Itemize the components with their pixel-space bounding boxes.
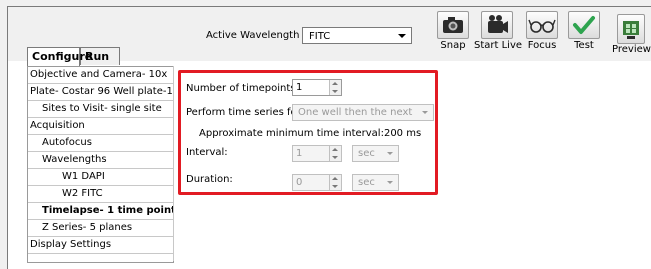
plate-preview-icon <box>617 14 646 44</box>
spin-up-icon <box>332 177 338 180</box>
start-live-label: Start Live <box>474 40 523 51</box>
num-timepoints-value: 1 <box>296 82 303 93</box>
chevron-down-icon <box>387 152 393 155</box>
nav-item-acquisition[interactable]: Acquisition <box>28 118 173 135</box>
nav-item-autofocus[interactable]: Autofocus <box>28 135 173 152</box>
test-button[interactable]: Test <box>564 11 604 51</box>
perform-series-select[interactable]: One well then the next <box>292 104 434 121</box>
interval-value: 1 <box>296 148 303 159</box>
spin-down-icon <box>332 156 338 159</box>
nav-item-wavelengths[interactable]: Wavelengths <box>28 152 173 169</box>
nav-item-display-settings[interactable]: Display Settings <box>28 237 173 254</box>
nav-item-objective[interactable]: Objective and Camera- 10x <box>28 67 173 84</box>
duration-value: 0 <box>296 177 303 188</box>
spin-up-icon <box>332 82 338 85</box>
nav-item-timelapse[interactable]: Timelapse- 1 time points <box>28 203 173 220</box>
perform-series-value: One well then the next <box>298 107 413 118</box>
active-wavelength-label: Active Wavelength <box>206 30 300 41</box>
nav-item-plate[interactable]: Plate- Costar 96 Well plate-1389 <box>28 84 173 101</box>
nav-item-w2-fitc[interactable]: W2 FITC <box>28 186 173 203</box>
chevron-down-icon <box>398 34 406 38</box>
glasses-icon <box>526 11 558 39</box>
camera-icon <box>437 11 469 39</box>
test-label: Test <box>574 40 594 51</box>
spinner-buttons[interactable] <box>329 80 341 95</box>
preview-label: Preview <box>612 44 651 55</box>
spinner-buttons[interactable] <box>329 146 341 161</box>
duration-spinner[interactable]: 0 <box>292 174 342 191</box>
checkmark-icon <box>568 11 600 39</box>
preview-button[interactable]: Preview <box>612 14 651 55</box>
settings-nav: Objective and Camera- 10x Plate- Costar … <box>27 66 174 263</box>
focus-label: Focus <box>527 40 557 51</box>
focus-button[interactable]: Focus <box>522 11 562 51</box>
duration-label: Duration: <box>186 174 233 185</box>
duration-unit-select[interactable]: sec <box>352 174 399 191</box>
nav-item-w1-dapi[interactable]: W1 DAPI <box>28 169 173 186</box>
perform-series-label: Perform time series for: <box>186 107 304 118</box>
tab-configure[interactable]: Configure <box>27 47 92 66</box>
active-wavelength-select[interactable]: FITC <box>302 27 412 44</box>
nav-item-sites[interactable]: Sites to Visit- single site <box>28 101 173 118</box>
active-wavelength-value: FITC <box>309 31 331 42</box>
spin-down-icon <box>332 185 338 188</box>
num-timepoints-label: Number of timepoints: <box>186 83 299 94</box>
interval-unit-select[interactable]: sec <box>352 145 399 162</box>
chevron-down-icon <box>422 111 428 114</box>
spinner-buttons[interactable] <box>329 175 341 190</box>
min-interval-text: Approximate minimum time interval:200 ms <box>199 128 422 139</box>
duration-unit-value: sec <box>358 177 375 188</box>
video-camera-icon <box>481 11 513 39</box>
spin-up-icon <box>332 148 338 151</box>
chevron-down-icon <box>387 181 393 184</box>
start-live-button[interactable]: Start Live <box>474 11 523 51</box>
num-timepoints-spinner[interactable]: 1 <box>292 79 342 96</box>
interval-unit-value: sec <box>358 148 375 159</box>
interval-spinner[interactable]: 1 <box>292 145 342 162</box>
nav-item-z-series[interactable]: Z Series- 5 planes <box>28 220 173 237</box>
snap-button[interactable]: Snap <box>434 11 472 51</box>
interval-label: Interval: <box>186 147 228 158</box>
spin-down-icon <box>332 90 338 93</box>
snap-label: Snap <box>440 40 466 51</box>
